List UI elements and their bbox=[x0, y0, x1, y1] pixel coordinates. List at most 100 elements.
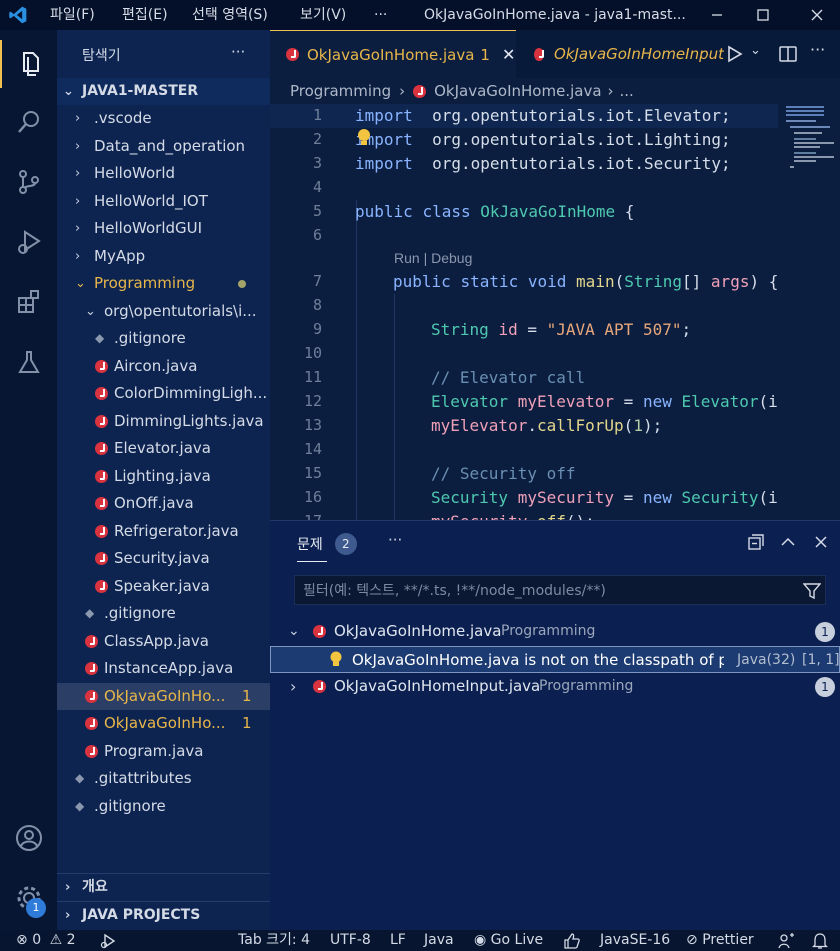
tab-okjavagoinhome[interactable]: OkJavaGoInHome.java 1 ✕ bbox=[270, 30, 516, 78]
tab-problems[interactable]: 문제 2 bbox=[297, 531, 357, 557]
menu-file[interactable]: 파일(F) bbox=[50, 0, 95, 30]
debug-status-icon[interactable] bbox=[100, 933, 116, 949]
tree-item[interactable]: Security.java bbox=[57, 545, 270, 572]
lightbulb-icon[interactable] bbox=[356, 128, 372, 148]
close-panel-icon[interactable] bbox=[813, 534, 829, 550]
collapse-all-icon[interactable] bbox=[747, 533, 765, 551]
close-tab-icon[interactable]: ✕ bbox=[502, 45, 515, 64]
source-control-button[interactable] bbox=[0, 158, 57, 206]
breadcrumb: Programming › OkJavaGoInHome.java › ... bbox=[270, 78, 840, 104]
language-status[interactable]: Java bbox=[424, 930, 454, 951]
tree-item[interactable]: › MyApp bbox=[57, 243, 270, 270]
tab-okjavagoinhomeinput[interactable]: OkJavaGoInHomeInput bbox=[516, 30, 724, 78]
tree-item[interactable]: DimmingLights.java bbox=[57, 408, 270, 435]
maximize-button[interactable] bbox=[740, 0, 786, 30]
tree-item[interactable]: InstanceApp.java bbox=[57, 655, 270, 682]
notifications-bell-icon[interactable] bbox=[812, 932, 828, 950]
problems-filter-input[interactable]: 필터(예: 텍스트, **/*.ts, !**/node_modules/**) bbox=[294, 575, 826, 605]
feedback-icon[interactable] bbox=[777, 932, 795, 950]
tree-item[interactable]: Refrigerator.java bbox=[57, 518, 270, 545]
breadcrumb-folder[interactable]: Programming bbox=[290, 82, 391, 100]
run-dropdown-chevron-down-icon[interactable]: ⌄ bbox=[750, 43, 761, 58]
tree-item[interactable]: OnOff.java bbox=[57, 490, 270, 517]
breadcrumb-file[interactable]: OkJavaGoInHome.java bbox=[434, 82, 601, 100]
outline-section[interactable]: › 개요 bbox=[57, 873, 270, 900]
minimap[interactable] bbox=[778, 104, 840, 520]
tree-item[interactable]: ◆ .gitattributes bbox=[57, 765, 270, 792]
tree-item-label: ClassApp.java bbox=[104, 631, 209, 650]
tree-item[interactable]: › HelloWorld bbox=[57, 160, 270, 187]
breadcrumb-separator-icon: › bbox=[399, 82, 406, 100]
editor-more-button[interactable]: ··· bbox=[810, 40, 825, 59]
tree-item-label: HelloWorld_IOT bbox=[94, 191, 208, 210]
menu-selection[interactable]: 선택 영역(S) bbox=[192, 0, 268, 30]
tree-item[interactable]: Aircon.java bbox=[57, 353, 270, 380]
git-file-icon: ◆ bbox=[75, 798, 85, 813]
problems-status[interactable]: ⊗ 0 ⚠ 2 bbox=[16, 930, 76, 951]
problem-item[interactable]: OkJavaGoInHome.java is not on the classp… bbox=[270, 646, 840, 673]
code-line: import org.opentutorials.iot.Security; bbox=[355, 154, 731, 173]
go-live-button[interactable]: ◉ Go Live bbox=[474, 930, 543, 951]
search-button[interactable] bbox=[0, 98, 57, 146]
codelens-run-debug[interactable]: Run | Debug bbox=[394, 250, 472, 266]
filter-icon[interactable] bbox=[803, 582, 821, 600]
tree-item[interactable]: › .vscode bbox=[57, 105, 270, 132]
split-editor-button[interactable] bbox=[778, 44, 798, 68]
jdk-status[interactable]: JavaSE-16 bbox=[600, 930, 670, 951]
menu-view[interactable]: 보기(V) bbox=[300, 0, 346, 30]
tree-item[interactable]: ⌄ org\opentutorials\i... bbox=[57, 298, 270, 325]
explorer-button[interactable] bbox=[0, 40, 57, 88]
maximize-panel-chevron-up-icon[interactable] bbox=[780, 534, 796, 550]
accounts-button[interactable] bbox=[0, 814, 57, 862]
tree-item-label: .gitignore bbox=[114, 329, 186, 347]
workspace-root[interactable]: ⌄ JAVA1-MASTER bbox=[57, 78, 270, 105]
tree-item[interactable]: Program.java bbox=[57, 738, 270, 765]
menu-more[interactable]: ··· bbox=[374, 0, 387, 30]
extensions-button[interactable] bbox=[0, 278, 57, 326]
chevron-right-icon: › bbox=[75, 138, 81, 154]
tree-item[interactable]: OkJavaGoInHo... 1 bbox=[57, 710, 270, 737]
problem-badge: 1 bbox=[242, 714, 252, 732]
prettier-status[interactable]: ⊘ Prettier bbox=[686, 930, 754, 951]
tree-item[interactable]: ⌄ Programming bbox=[57, 270, 270, 297]
run-button[interactable] bbox=[726, 44, 744, 68]
tree-item[interactable]: › Data_and_operation bbox=[57, 133, 270, 160]
tab-size-status[interactable]: Tab 크기: 4 bbox=[238, 930, 310, 951]
problem-group-okjavagoinhomeinput[interactable]: › OkJavaGoInHomeInput.java Programming 1 bbox=[270, 673, 840, 700]
menu-edit[interactable]: 편집(E) bbox=[122, 0, 168, 30]
thumbs-up-icon[interactable] bbox=[563, 933, 581, 949]
problem-group-okjavagoinhome[interactable]: ⌄ OkJavaGoInHome.java Programming 1 bbox=[270, 618, 840, 645]
git-file-icon: ◆ bbox=[95, 331, 105, 345]
tree-item[interactable]: ◆ .gitignore bbox=[57, 325, 270, 352]
line-number: 7 bbox=[312, 272, 322, 290]
breadcrumb-tail[interactable]: ... bbox=[620, 82, 634, 100]
minimize-button[interactable] bbox=[694, 0, 740, 30]
java-file-icon bbox=[95, 497, 108, 510]
tree-item[interactable]: › HelloWorld_IOT bbox=[57, 188, 270, 215]
tree-item[interactable]: Lighting.java bbox=[57, 463, 270, 490]
java-projects-section[interactable]: › JAVA PROJECTS bbox=[57, 901, 270, 928]
code-line: mySecurity.off(); bbox=[431, 512, 595, 520]
tree-item[interactable]: Elevator.java bbox=[57, 435, 270, 462]
code-token: String bbox=[624, 272, 683, 291]
encoding-status[interactable]: UTF-8 bbox=[330, 930, 371, 951]
eol-status[interactable]: LF bbox=[390, 930, 406, 951]
tree-item[interactable]: ◆ .gitignore bbox=[57, 793, 270, 820]
explorer-more-button[interactable]: ··· bbox=[231, 43, 245, 61]
line-number: 14 bbox=[303, 440, 322, 458]
chevron-right-icon: › bbox=[75, 166, 81, 181]
tree-item[interactable]: ClassApp.java bbox=[57, 628, 270, 655]
tree-item[interactable]: OkJavaGoInHo... 1 bbox=[57, 682, 270, 710]
tree-item[interactable]: › HelloWorldGUI bbox=[57, 215, 270, 242]
tree-item[interactable]: Speaker.java bbox=[57, 573, 270, 600]
tree-item[interactable]: ◆ .gitignore bbox=[57, 600, 270, 627]
run-debug-button[interactable] bbox=[0, 218, 57, 266]
code-token: import bbox=[355, 106, 413, 125]
testing-button[interactable] bbox=[0, 338, 57, 386]
code-token: ; bbox=[681, 320, 692, 339]
panel-more-button[interactable]: ··· bbox=[388, 531, 402, 549]
line-number: 17 bbox=[270, 512, 322, 520]
close-window-button[interactable] bbox=[794, 0, 840, 30]
code-editor[interactable]: 1 import org.opentutorials.iot.Elevator; 2… bbox=[270, 104, 840, 520]
tree-item[interactable]: ColorDimmingLigh... bbox=[57, 380, 270, 407]
